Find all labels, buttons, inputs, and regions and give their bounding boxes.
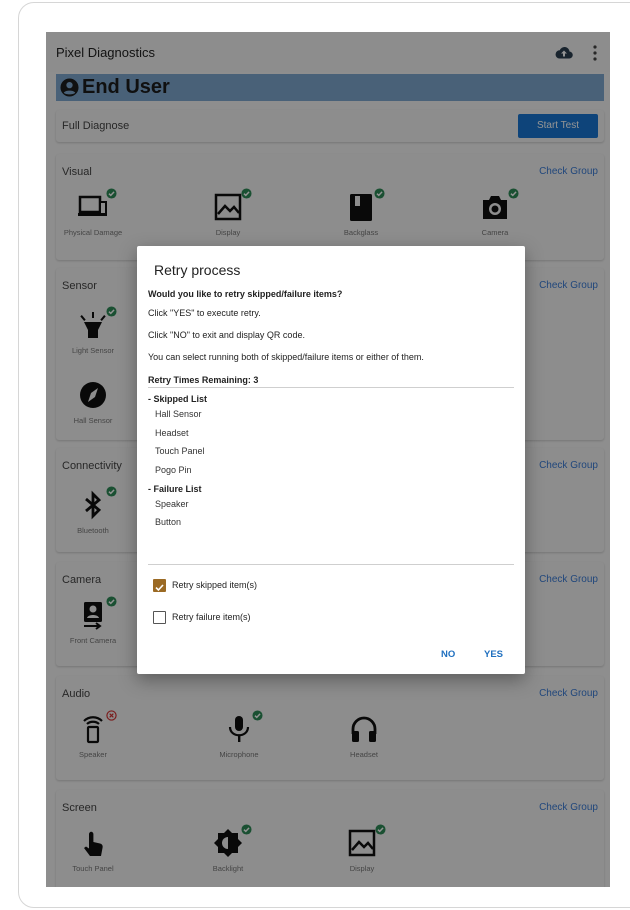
failure-item: Speaker bbox=[155, 499, 189, 509]
dialog-question: Would you like to retry skipped/failure … bbox=[148, 289, 343, 299]
check-icon bbox=[155, 584, 164, 592]
skipped-list-title: - Skipped List bbox=[148, 394, 208, 404]
retry-remaining: Retry Times Remaining: 3 bbox=[148, 375, 259, 385]
retry-failure-label[interactable]: Retry failure item(s) bbox=[172, 612, 251, 622]
skipped-item: Pogo Pin bbox=[155, 465, 192, 475]
retry-skipped-label[interactable]: Retry skipped item(s) bbox=[172, 580, 257, 590]
dialog-title: Retry process bbox=[154, 262, 241, 278]
skipped-item: Hall Sensor bbox=[155, 409, 202, 419]
no-button[interactable]: NO bbox=[441, 649, 455, 660]
dialog-yes-hint: Click "YES" to execute retry. bbox=[148, 308, 261, 318]
dialog-no-hint: Click "NO" to exit and display QR code. bbox=[148, 330, 305, 340]
skipped-item: Touch Panel bbox=[155, 446, 205, 456]
dialog-select-hint: You can select running both of skipped/f… bbox=[148, 352, 424, 362]
retry-dialog: Retry process Would you like to retry sk… bbox=[137, 246, 525, 674]
retry-skipped-checkbox[interactable] bbox=[153, 579, 166, 592]
failure-list-title: - Failure List bbox=[148, 484, 202, 494]
retry-failure-checkbox[interactable] bbox=[153, 611, 166, 624]
divider bbox=[148, 387, 514, 388]
divider bbox=[148, 564, 514, 565]
failure-item: Button bbox=[155, 517, 182, 527]
yes-button[interactable]: YES bbox=[484, 649, 503, 660]
skipped-item: Headset bbox=[155, 428, 189, 438]
